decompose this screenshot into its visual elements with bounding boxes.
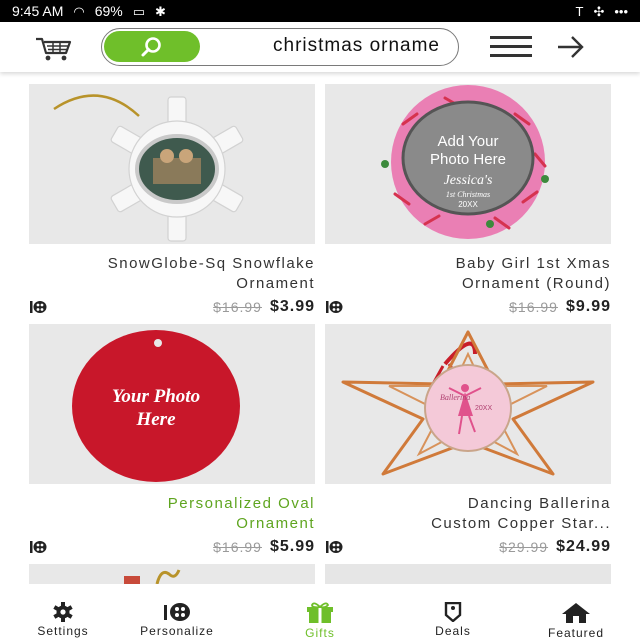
nav-label: Personalize	[140, 624, 214, 638]
old-price: $16.99	[213, 299, 262, 315]
product-image[interactable]	[325, 564, 611, 584]
personalize-icon[interactable]	[29, 539, 47, 555]
product-image[interactable]: Add Your Photo Here Jessica's 1st Christ…	[325, 84, 611, 244]
search-box[interactable]: christmas orname	[101, 28, 459, 66]
ornament-text: Ballerina	[440, 393, 470, 402]
product-title[interactable]: Dancing Ballerina Custom Copper Star...	[325, 494, 611, 534]
ornament-text: Add Your	[438, 133, 499, 150]
nav-featured[interactable]: Featured	[531, 598, 621, 640]
product-title[interactable]: Baby Girl 1st Xmas Ornament (Round)	[325, 254, 611, 294]
price: $24.99	[556, 538, 611, 555]
nav-deals[interactable]: Deals	[408, 598, 498, 640]
search-button[interactable]	[104, 31, 200, 62]
palette-icon	[164, 603, 190, 621]
fan-icon: ✣	[593, 3, 605, 19]
product-image[interactable]: Ballerina 20XX	[325, 324, 611, 484]
t-icon: T	[575, 3, 584, 19]
copper-star-ornament-image: Ballerina 20XX	[325, 324, 611, 484]
gift-icon	[307, 602, 333, 623]
personalize-icon[interactable]	[325, 539, 343, 555]
ornament-text: 1st Christmas	[446, 190, 490, 199]
round-pink-ornament-image: Add Your Photo Here Jessica's 1st Christ…	[325, 84, 611, 244]
nav-label: Featured	[547, 626, 605, 640]
arrow-icon[interactable]	[556, 34, 586, 60]
status-bar: 9:45 AM ◠ 69% ▭ ✱ T ✣ •••	[0, 0, 640, 22]
ornament-text: Here	[135, 409, 176, 430]
product-image[interactable]	[29, 84, 315, 244]
product-title[interactable]: Personalized Oval Ornament	[29, 494, 315, 534]
nav-gifts[interactable]: Gifts	[275, 598, 365, 640]
wifi-icon: ◠	[73, 3, 85, 19]
cart-icon[interactable]	[34, 35, 74, 63]
nav-label: Gifts	[305, 626, 335, 640]
search-input[interactable]: christmas orname	[206, 35, 440, 57]
top-bar: christmas orname	[0, 22, 640, 72]
price-line: $16.99 $9.99	[325, 297, 611, 317]
price: $3.99	[269, 298, 315, 315]
old-price: $16.99	[213, 539, 262, 555]
partial-ornament-image	[29, 564, 315, 584]
ornament-text: 20XX	[458, 200, 478, 209]
overflow-dots-icon: •••	[614, 3, 628, 19]
ornament-text: Photo Here	[430, 151, 506, 168]
price: $9.99	[565, 298, 611, 315]
nav-personalize[interactable]: Personalize	[132, 598, 222, 640]
bottom-nav: Settings Personalize Gifts Deals Feature…	[0, 598, 640, 640]
ornament-text: Jessica's	[444, 173, 493, 188]
red-oval-ornament-image: Your Photo Here	[29, 324, 315, 484]
price: $5.99	[269, 538, 315, 555]
product-title[interactable]: SnowGlobe-Sq Snowflake Ornament	[29, 254, 315, 294]
old-price: $16.99	[509, 299, 558, 315]
old-price: $29.99	[499, 539, 549, 555]
product-image[interactable]	[29, 564, 315, 584]
price-line: $16.99 $3.99	[29, 297, 315, 317]
search-icon	[141, 36, 161, 56]
nav-label: Deals	[435, 624, 471, 638]
price-line: $29.99 $24.99	[325, 537, 611, 557]
nav-label: Settings	[37, 624, 89, 638]
bluetooth-icon: ✱	[155, 3, 166, 19]
nav-settings[interactable]: Settings	[18, 598, 108, 640]
hamburger-icon[interactable]	[490, 36, 532, 58]
battery-icon: ▭	[132, 3, 146, 19]
product-image[interactable]: Your Photo Here	[29, 324, 315, 484]
tag-icon	[444, 602, 462, 622]
battery-text: 69%	[94, 3, 123, 19]
snowflake-ornament-image	[29, 84, 315, 244]
product-card[interactable]	[325, 564, 611, 584]
ornament-text: 20XX	[475, 405, 492, 412]
personalize-icon[interactable]	[325, 299, 343, 315]
personalize-icon[interactable]	[29, 299, 47, 315]
product-card[interactable]	[29, 564, 315, 584]
home-icon	[562, 603, 590, 623]
gear-icon	[53, 602, 73, 622]
ornament-text: Your Photo	[112, 386, 200, 407]
price-line: $16.99 $5.99	[29, 537, 315, 557]
time-text: 9:45 AM	[12, 3, 64, 19]
